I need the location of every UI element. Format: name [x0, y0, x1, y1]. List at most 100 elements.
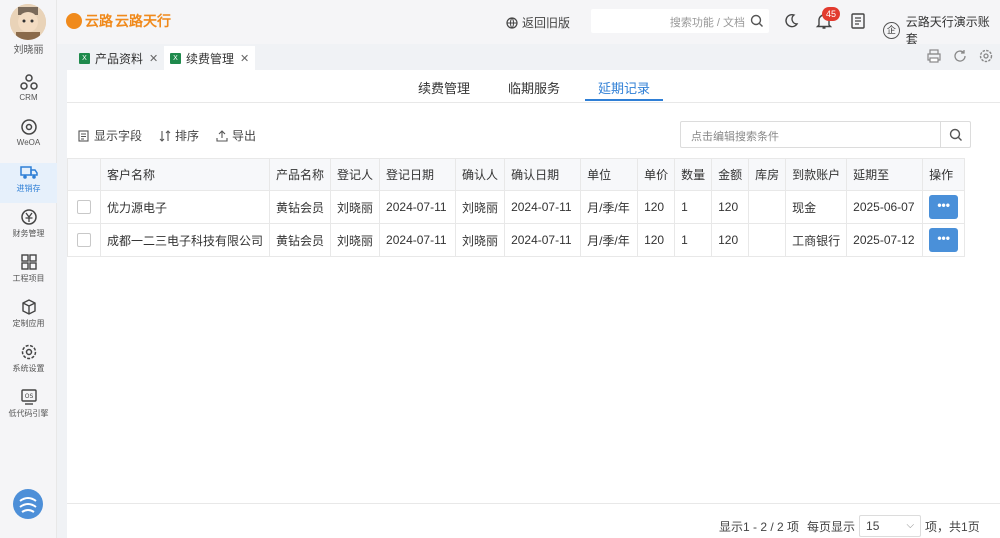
- cell-actions: •••: [922, 190, 966, 224]
- nav-item-settings[interactable]: 系统设置: [0, 343, 57, 383]
- cell-extend-to: 2025-07-12: [846, 223, 924, 257]
- chevron-down-icon: ⌵: [906, 520, 915, 531]
- search-condition-input[interactable]: 点击编辑搜索条件: [680, 121, 971, 148]
- search-placeholder: 搜索功能 / 文档: [669, 17, 745, 29]
- sort-label: 排序: [175, 129, 200, 143]
- select-column-header: [67, 158, 101, 191]
- column-header[interactable]: 延期至: [846, 158, 924, 191]
- export-icon: [216, 129, 228, 142]
- cell-register-date: 2024-07-11: [379, 190, 457, 224]
- crm-icon: [19, 74, 38, 90]
- cell-extend-to: 2025-06-07: [846, 190, 924, 224]
- subtab-expiring[interactable]: 临期服务: [508, 78, 560, 97]
- cell-amount: 120: [711, 190, 750, 224]
- sort-button[interactable]: 排序: [159, 127, 199, 144]
- cell-customer: 成都一二三电子科技有限公司: [99, 223, 271, 257]
- main-panel: 续费管理 临期服务 延期记录 显示字段 排序 导出 点击编辑搜索条件 客户名称 …: [67, 70, 1000, 538]
- nav-item-weoa[interactable]: WeOA: [0, 118, 57, 158]
- column-header[interactable]: 金额: [711, 158, 750, 191]
- nav-label: 定制应用: [12, 319, 45, 328]
- cell-quantity: 1: [674, 190, 713, 224]
- top-bar: 云路 云路天行 返回旧版 搜索功能 / 文档 45 企 云路天行演示账套: [57, 0, 1000, 47]
- column-header[interactable]: 客户名称: [99, 158, 271, 191]
- nav-item-lowcode[interactable]: OS 低代码引擎: [0, 388, 57, 428]
- column-header[interactable]: 库房: [748, 158, 787, 191]
- nav-label: 系统设置: [12, 364, 45, 373]
- extension-records-table: 客户名称 产品名称 登记人 登记日期 确认人 确认日期 单位 单价 数量 金额 …: [67, 158, 966, 257]
- search-icon[interactable]: [750, 14, 764, 28]
- nav-item-custom-apps[interactable]: 定制应用: [0, 298, 57, 338]
- logo-cn: 云路天行: [115, 13, 171, 29]
- close-icon[interactable]: ✕: [240, 52, 249, 65]
- tab-label: 续费管理: [186, 51, 235, 66]
- per-page-label: 每页显示: [807, 519, 856, 534]
- app-logo[interactable]: 云路 云路天行: [66, 11, 171, 31]
- close-icon[interactable]: ✕: [149, 52, 158, 65]
- search-button[interactable]: [940, 122, 970, 147]
- fields-icon: [78, 129, 89, 142]
- grid-icon: [20, 254, 37, 270]
- cell-actions: •••: [922, 223, 966, 257]
- column-header[interactable]: 数量: [674, 158, 713, 191]
- per-page-select[interactable]: 15 ⌵: [859, 515, 922, 537]
- column-header[interactable]: 单价: [637, 158, 676, 191]
- os-icon: OS: [20, 389, 37, 405]
- pagination-summary: 显示1 - 2 / 2 项: [719, 519, 800, 534]
- global-search-input[interactable]: 搜索功能 / 文档: [591, 9, 769, 33]
- row-select-cell[interactable]: [67, 223, 101, 257]
- cell-customer: 优力源电子: [99, 190, 271, 224]
- money-icon: [20, 209, 37, 225]
- column-header[interactable]: 确认人: [455, 158, 506, 191]
- column-header[interactable]: 到款账户: [785, 158, 848, 191]
- column-header[interactable]: 产品名称: [269, 158, 332, 191]
- return-old-version-label: 返回旧版: [522, 16, 571, 30]
- subtab-renewal[interactable]: 续费管理: [418, 78, 470, 97]
- export-button[interactable]: 导出: [216, 127, 256, 144]
- company-icon: 企: [883, 21, 900, 39]
- brand-logo-icon: [13, 489, 43, 519]
- account-switcher[interactable]: 企 云路天行演示账套: [883, 13, 1000, 47]
- table-row[interactable]: 优力源电子 黄钻会员 刘晓丽 2024-07-11 刘晓丽 2024-07-11…: [67, 190, 966, 224]
- cell-account: 现金: [785, 190, 848, 224]
- tab-product-data[interactable]: X 产品资料 ✕: [73, 46, 165, 70]
- subtab-extension-records[interactable]: 延期记录: [598, 78, 650, 97]
- more-actions-button[interactable]: •••: [929, 228, 959, 252]
- nav-item-crm[interactable]: CRM: [0, 73, 57, 113]
- dark-mode-icon[interactable]: [782, 12, 800, 30]
- export-label: 导出: [232, 129, 257, 143]
- cell-account: 工商银行: [785, 223, 848, 257]
- column-header[interactable]: 确认日期: [504, 158, 582, 191]
- cell-price: 120: [637, 223, 676, 257]
- document-icon[interactable]: [849, 12, 867, 30]
- print-icon[interactable]: [926, 48, 942, 64]
- logo-mark-icon: [66, 13, 82, 29]
- nav-label: 进销存: [16, 184, 41, 193]
- column-header[interactable]: 登记日期: [379, 158, 457, 191]
- nav-label: 低代码引擎: [8, 409, 49, 418]
- nav-label: 财务管理: [12, 229, 45, 238]
- settings-icon[interactable]: [978, 48, 994, 64]
- sub-tabs: 续费管理 临期服务 延期记录: [67, 70, 1000, 103]
- nav-item-finance[interactable]: 财务管理: [0, 208, 57, 248]
- row-select-cell[interactable]: [67, 190, 101, 224]
- row-checkbox[interactable]: [77, 200, 91, 214]
- column-header[interactable]: 单位: [580, 158, 639, 191]
- box-icon: [21, 299, 36, 315]
- nav-label: WeOA: [16, 138, 41, 147]
- excel-icon: X: [170, 52, 181, 64]
- sidebar: 刘晓丽 CRM WeOA 进销存 财务管理 工程项目 定制应用 系统设置 OS …: [0, 0, 57, 538]
- oa-icon: [20, 119, 37, 135]
- tab-renewal-management[interactable]: X 续费管理 ✕: [164, 46, 256, 70]
- brand-swirl-icon: [19, 497, 37, 513]
- table-row[interactable]: 成都一二三电子科技有限公司 黄钻会员 刘晓丽 2024-07-11 刘晓丽 20…: [67, 223, 966, 257]
- more-actions-button[interactable]: •••: [929, 195, 959, 219]
- column-header[interactable]: 登记人: [330, 158, 381, 191]
- nav-item-projects[interactable]: 工程项目: [0, 253, 57, 293]
- show-fields-button[interactable]: 显示字段: [78, 127, 142, 144]
- return-old-version-button[interactable]: 返回旧版: [506, 14, 570, 31]
- cell-confirmer: 刘晓丽: [455, 223, 506, 257]
- refresh-icon[interactable]: [952, 48, 968, 64]
- row-checkbox[interactable]: [77, 233, 91, 247]
- nav-item-inventory[interactable]: 进销存: [0, 163, 57, 203]
- avatar[interactable]: [10, 4, 46, 40]
